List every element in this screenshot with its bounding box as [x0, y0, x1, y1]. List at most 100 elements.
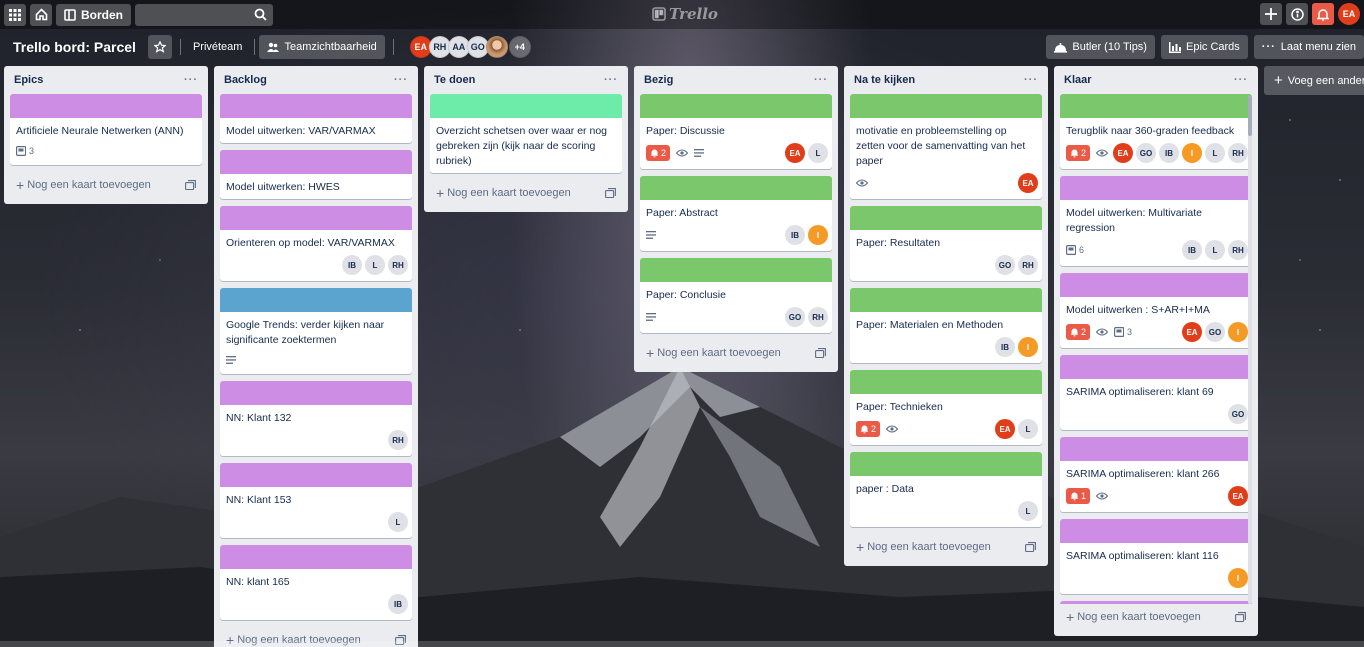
add-list-button[interactable]: + Voeg een andere lijst toe	[1264, 66, 1364, 95]
horizontal-scrollbar[interactable]	[0, 641, 1364, 647]
list-menu-icon[interactable]: ···	[1024, 74, 1038, 86]
card[interactable]: motivatie en probleemstelling op zetten …	[850, 94, 1042, 199]
member-avatar[interactable]: L	[808, 143, 828, 163]
card[interactable]: Overzicht schetsen over waar er nog gebr…	[430, 94, 622, 173]
butler-button[interactable]: Butler (10 Tips)	[1046, 35, 1155, 59]
notifications-button[interactable]	[1312, 3, 1334, 25]
member-avatar[interactable]: EA	[1018, 173, 1038, 193]
show-menu-button[interactable]: ··· Laat menu zien	[1253, 35, 1364, 59]
member-avatar[interactable]: RH	[388, 255, 408, 275]
member-avatar[interactable]: IB	[342, 255, 362, 275]
member-avatar[interactable]: RH	[808, 307, 828, 327]
member-avatar[interactable]: I	[808, 225, 828, 245]
epic-cards-button[interactable]: Epic Cards	[1160, 35, 1248, 59]
add-card-label: Nog een kaart toevoegen	[1077, 611, 1201, 623]
member-avatar[interactable]: RH	[388, 430, 408, 450]
card[interactable]: SARIMA optimaliseren: klant 116 I	[1060, 519, 1252, 594]
member-avatar[interactable]: L	[388, 512, 408, 532]
member-avatar[interactable]: IB	[785, 225, 805, 245]
list-title[interactable]: Na te kijken	[854, 74, 915, 86]
member-avatar[interactable]: I	[1182, 143, 1202, 163]
apps-button[interactable]	[4, 3, 26, 26]
member-avatar[interactable]: EA	[995, 419, 1015, 439]
board-title[interactable]: Trello bord: Parcel	[13, 39, 136, 55]
member-avatar[interactable]: RH	[1018, 255, 1038, 275]
card[interactable]: Paper: Discussie 2 EA L	[640, 94, 832, 169]
member-avatar[interactable]: GO	[1136, 143, 1156, 163]
member-avatar[interactable]: I	[1228, 322, 1248, 342]
list-title[interactable]: Klaar	[1064, 74, 1092, 86]
add-card-button[interactable]: + Nog een kaart toevoegen	[10, 172, 202, 198]
member-avatar[interactable]: IB	[1182, 240, 1202, 260]
member-avatar[interactable]: IB	[995, 337, 1015, 357]
info-button[interactable]	[1286, 3, 1308, 25]
list-title[interactable]: Te doen	[434, 74, 475, 86]
card[interactable]: Model uitwerken: Multivariate regression…	[1060, 176, 1252, 266]
member-avatar[interactable]: L	[1018, 419, 1038, 439]
list-scrollbar[interactable]	[1248, 96, 1252, 604]
member-avatar[interactable]: IB	[1159, 143, 1179, 163]
card[interactable]: paper : Data L	[850, 452, 1042, 527]
list-menu-icon[interactable]: ···	[394, 74, 408, 86]
member-avatar[interactable]: RH	[1228, 240, 1248, 260]
card[interactable]: Paper: Materialen en Methoden IB I	[850, 288, 1042, 363]
user-avatar[interactable]: EA	[1338, 3, 1360, 25]
card[interactable]: NN: Klant 153 L	[220, 463, 412, 538]
card-badges: RH	[220, 430, 412, 456]
card[interactable]: Terugblik naar 360-graden feedback 2 EA GO I…	[1060, 94, 1252, 169]
member-avatar[interactable]: EA	[1182, 322, 1202, 342]
card[interactable]: NN: Klant 132 RH	[220, 381, 412, 456]
member-avatar[interactable]: GO	[1205, 322, 1225, 342]
boards-button[interactable]: Borden	[56, 3, 131, 26]
list-menu-icon[interactable]: ···	[1234, 74, 1248, 86]
member-avatar[interactable]: EA	[1113, 143, 1133, 163]
list-menu-icon[interactable]: ···	[184, 74, 198, 86]
card[interactable]: Paper: Resultaten GO RH	[850, 206, 1042, 281]
add-card-button[interactable]: + Nog een kaart toevoegen	[430, 180, 622, 206]
list-title[interactable]: Epics	[14, 74, 43, 86]
card[interactable]: Model uitwerken: VAR/VARMAX	[220, 94, 412, 143]
create-button[interactable]	[1260, 3, 1282, 25]
card[interactable]: Paper: Abstract IB I	[640, 176, 832, 251]
star-button[interactable]	[147, 35, 172, 59]
card[interactable]: SARIMA optimaliseren: klant 266 1 EA	[1060, 437, 1252, 512]
member-avatar[interactable]: L	[365, 255, 385, 275]
list-menu-icon[interactable]: ···	[814, 74, 828, 86]
list-title[interactable]: Backlog	[224, 74, 267, 86]
card-cover	[1060, 437, 1252, 461]
member-avatar[interactable]: L	[1205, 240, 1225, 260]
card[interactable]: Orienteren op model: VAR/VARMAX IB L RH	[220, 206, 412, 281]
member-avatar[interactable]: I	[1228, 568, 1248, 588]
list-menu-icon[interactable]: ···	[604, 74, 618, 86]
add-card-button[interactable]: + Nog een kaart toevoegen	[640, 340, 832, 366]
search-input[interactable]	[135, 3, 273, 26]
card[interactable]: Model uitwerken: HWES	[220, 150, 412, 199]
card-cover	[220, 381, 412, 405]
more-members-button[interactable]: +4	[508, 36, 531, 58]
card[interactable]: Artificiele Neurale Netwerken (ANN) 3	[10, 94, 202, 165]
member-avatar[interactable]: GO	[785, 307, 805, 327]
list-title[interactable]: Bezig	[644, 74, 673, 86]
member-avatar[interactable]: GO	[995, 255, 1015, 275]
member-avatar[interactable]: L	[1205, 143, 1225, 163]
card[interactable]: Model uitwerken : S+AR+I+MA 2 3 EA GO I	[1060, 273, 1252, 348]
trello-logo[interactable]: Trello	[652, 5, 718, 23]
member-avatar[interactable]: L	[1018, 501, 1038, 521]
visibility-button[interactable]: Teamzichtbaarheid	[259, 35, 385, 59]
add-card-button[interactable]: + Nog een kaart toevoegen	[1060, 604, 1252, 630]
member-avatar[interactable]: RH	[1228, 143, 1248, 163]
card[interactable]: Paper: Conclusie GO RH	[640, 258, 832, 333]
member-avatar[interactable]: I	[1018, 337, 1038, 357]
add-card-button[interactable]: + Nog een kaart toevoegen	[850, 534, 1042, 560]
team-button[interactable]: Privéteam	[185, 35, 251, 59]
card[interactable]: Google Trends: verder kijken naar signif…	[220, 288, 412, 374]
home-button[interactable]	[30, 3, 52, 26]
member-avatar[interactable]: IB	[388, 594, 408, 614]
member-avatar[interactable]: GO	[1228, 404, 1248, 424]
member-avatar-photo[interactable]	[485, 36, 508, 58]
card[interactable]: NN: klant 165 IB	[220, 545, 412, 620]
card[interactable]: Paper: Technieken 2 EA L	[850, 370, 1042, 445]
member-avatar[interactable]: EA	[785, 143, 805, 163]
card[interactable]: SARIMA optimaliseren: klant 69 GO	[1060, 355, 1252, 430]
member-avatar[interactable]: EA	[1228, 486, 1248, 506]
